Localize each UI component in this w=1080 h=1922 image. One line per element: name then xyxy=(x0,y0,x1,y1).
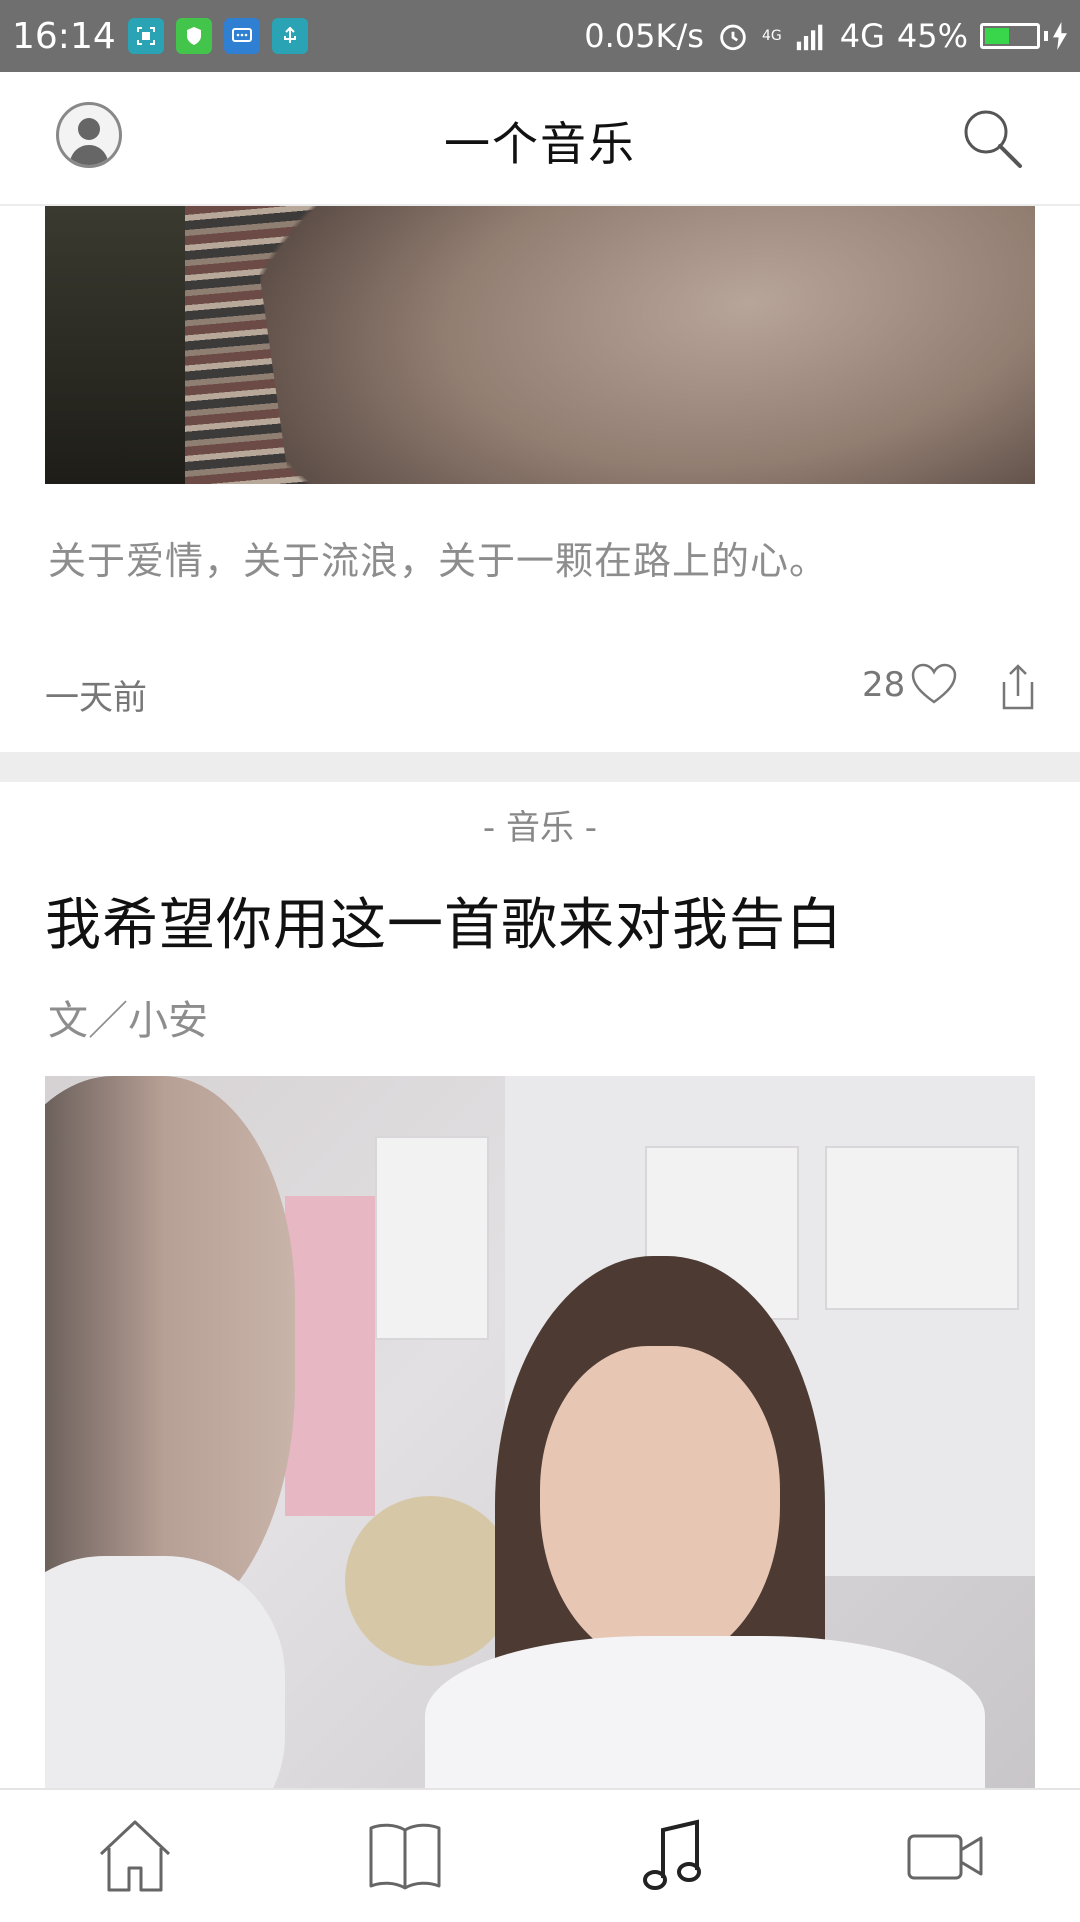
network-speed: 0.05K/s xyxy=(584,17,704,55)
status-bar-right: 0.05K/s 4G 4G 45% xyxy=(584,17,1068,55)
heart-icon[interactable] xyxy=(910,662,958,706)
signal-icon xyxy=(796,24,823,51)
nav-reading[interactable] xyxy=(345,1801,465,1911)
share-icon[interactable] xyxy=(998,662,1038,712)
nav-music[interactable] xyxy=(615,1801,735,1911)
screenshot-icon xyxy=(127,18,164,54)
app-header: 一个音乐 xyxy=(0,72,1080,206)
photo-girl-face xyxy=(540,1346,780,1666)
movie-icon xyxy=(907,1834,983,1880)
card-description[interactable]: 关于爱情，关于流浪，关于一颗在路上的心。 xyxy=(48,530,828,585)
nav-movie[interactable] xyxy=(885,1801,1005,1911)
shield-icon xyxy=(175,18,212,54)
status-time: 16:14 xyxy=(12,15,116,57)
photo-detail-arm xyxy=(249,206,1035,484)
network-type-small: 4G xyxy=(761,28,782,44)
card-timestamp: 一天前 xyxy=(45,678,147,718)
article-author: 文／小安 xyxy=(48,998,208,1044)
battery-tip xyxy=(1044,31,1048,41)
photo-girl-shirt xyxy=(425,1636,985,1788)
page-title: 一个音乐 xyxy=(444,117,636,171)
photo-globe xyxy=(345,1496,515,1666)
photo-background-frame xyxy=(375,1136,489,1340)
search-icon[interactable] xyxy=(956,102,1028,174)
network-type: 4G xyxy=(839,17,885,55)
status-bar-left: 16:14 xyxy=(12,16,308,57)
photo-pink-poster xyxy=(285,1196,375,1516)
photo-boy-shoulder xyxy=(45,1556,285,1788)
card-separator xyxy=(0,752,1080,782)
music-icon xyxy=(643,1819,701,1890)
nav-home[interactable] xyxy=(75,1801,195,1911)
card-image[interactable] xyxy=(45,206,1035,484)
status-bar: 16:14 0.05K/s 4G 4G 45% xyxy=(0,0,1080,72)
article-cover-image[interactable] xyxy=(45,1076,1035,1788)
category-label: - 音乐 - xyxy=(482,808,598,848)
battery-body xyxy=(980,23,1040,49)
battery-percent: 45% xyxy=(896,17,968,55)
photo-background-frame xyxy=(825,1146,1019,1310)
battery-fill xyxy=(985,28,1010,44)
reading-icon xyxy=(369,1823,441,1890)
battery-icon xyxy=(980,22,1068,50)
charging-icon xyxy=(1053,22,1067,50)
article-title[interactable]: 我希望你用这一首歌来对我告白 xyxy=(45,880,843,961)
bottom-nav xyxy=(0,1788,1080,1922)
message-icon xyxy=(223,18,260,54)
alarm-icon xyxy=(720,24,746,51)
like-count: 28 xyxy=(862,665,906,705)
home-icon xyxy=(99,1820,171,1892)
usb-icon xyxy=(271,18,308,54)
photo-boy xyxy=(45,1076,295,1636)
